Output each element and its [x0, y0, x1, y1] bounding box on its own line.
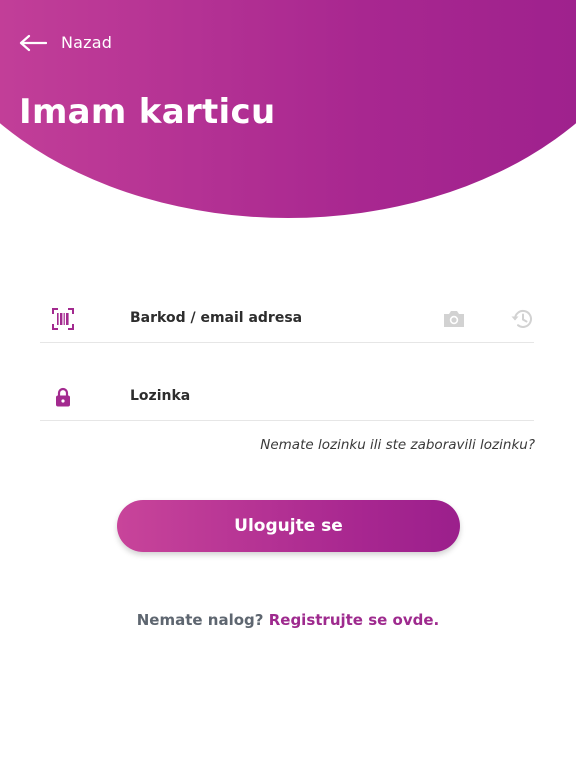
register-question: Nemate nalog?: [136, 611, 264, 629]
password-input[interactable]: [130, 388, 430, 404]
login-button[interactable]: Ulogujte se: [117, 500, 460, 552]
barcode-scan-icon: [52, 308, 74, 330]
camera-icon[interactable]: [442, 309, 466, 329]
password-field: [40, 376, 534, 421]
history-icon[interactable]: [510, 307, 534, 331]
register-link[interactable]: Registrujte se ovde.: [269, 611, 440, 629]
login-screen: Nazad Imam karticu Barkod / email adresa…: [0, 0, 576, 768]
arrow-left-icon: [19, 34, 47, 52]
barcode-email-field: [40, 298, 534, 343]
forgot-password-link[interactable]: Nemate lozinku ili ste zaboravili lozink…: [260, 437, 535, 453]
barcode-email-input[interactable]: [130, 310, 430, 326]
page-title: Imam karticu: [19, 92, 276, 132]
back-button[interactable]: Nazad: [19, 33, 112, 52]
register-prompt: Nemate nalog? Registrujte se ovde.: [0, 611, 576, 629]
lock-icon: [52, 386, 74, 408]
back-label: Nazad: [61, 33, 113, 52]
